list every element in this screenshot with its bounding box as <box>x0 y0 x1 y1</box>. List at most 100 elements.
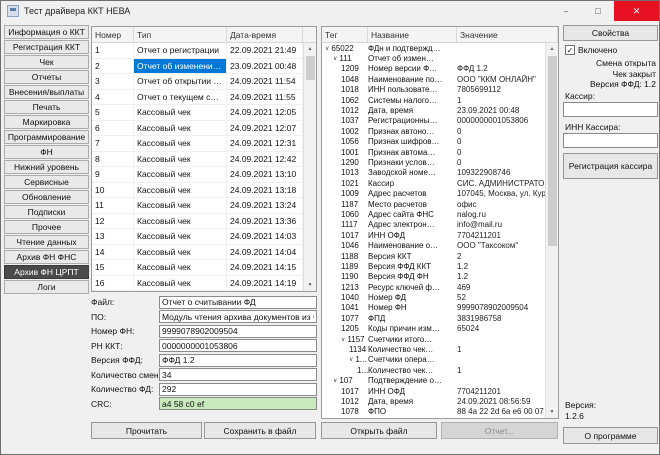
tree-row[interactable]: 1157Счетчики итого… <box>322 334 545 344</box>
sidebar-item-1[interactable]: Информация о ККТ <box>4 25 89 39</box>
about-button[interactable]: О программе <box>563 427 658 444</box>
crc-field[interactable] <box>159 397 317 410</box>
sidebar-item-4[interactable]: Отчеты <box>4 70 89 84</box>
tree-row[interactable]: 1012Дата, время24.09.2021 08:56:59 <box>322 396 545 406</box>
tree-row[interactable]: 1048Наименование по…ООО "ККМ ОНЛАЙН" <box>322 74 545 84</box>
fn-number-field[interactable] <box>159 325 317 338</box>
doc-row[interactable]: 9Кассовый чек24.09.2021 13:10 <box>92 167 303 183</box>
scroll-up-icon[interactable] <box>304 43 317 55</box>
scroll-thumb[interactable] <box>548 56 557 246</box>
cashier-input[interactable] <box>563 102 658 117</box>
doc-column-header-1[interactable]: Номер <box>92 27 134 42</box>
tree-row[interactable]: 1041Номер ФН9999078902009504 <box>322 303 545 313</box>
doc-row[interactable]: 14Кассовый чек24.09.2021 14:04 <box>92 245 303 261</box>
collapse-icon[interactable] <box>341 336 345 343</box>
tree-row[interactable]: 1205Коды причин изм…65024 <box>322 324 545 334</box>
sidebar-item-11[interactable]: Сервисные <box>4 175 89 189</box>
tree-scrollbar[interactable] <box>545 43 558 418</box>
tree-row[interactable]: 1017ИНН ОФД7704211201 <box>322 386 545 396</box>
doc-row[interactable]: 2Отчет об изменени…23.09.2021 00:48 <box>92 59 303 75</box>
open-file-button[interactable]: Открыть файл <box>321 422 437 439</box>
doc-row[interactable]: 11Кассовый чек24.09.2021 13:24 <box>92 198 303 214</box>
tree-row[interactable]: 1018ИНН пользовате…7805699112 <box>322 85 545 95</box>
doc-row[interactable]: 3Отчет об открытии …24.09.2021 11:54 <box>92 74 303 90</box>
scroll-up-icon[interactable] <box>546 43 559 55</box>
sidebar-item-5[interactable]: Внесения/выплаты <box>4 85 89 99</box>
read-button[interactable]: Прочитать <box>91 422 202 439</box>
sidebar-item-9[interactable]: ФН <box>4 145 89 159</box>
doc-row[interactable]: 16Кассовый чек24.09.2021 14:19 <box>92 276 303 292</box>
tree-row[interactable]: 1190Версия ФФД ФН1.2 <box>322 272 545 282</box>
documents-scrollbar[interactable] <box>303 43 316 291</box>
sidebar-item-17[interactable]: Архив ФН ЦРПТ <box>4 265 89 279</box>
doc-row[interactable]: 1Отчет о регистрации22.09.2021 21:49 <box>92 43 303 59</box>
sidebar-item-2[interactable]: Регистрация ККТ <box>4 40 89 54</box>
tree-row[interactable]: 1134Количество чек…1 <box>322 344 545 354</box>
tree-row[interactable]: 1046Наименование о…ООО "Таксоком" <box>322 240 545 250</box>
cashier-inn-input[interactable] <box>563 133 658 148</box>
doc-row[interactable]: 7Кассовый чек24.09.2021 12:31 <box>92 136 303 152</box>
fd-count-field[interactable] <box>159 383 317 396</box>
sidebar-item-14[interactable]: Прочее <box>4 220 89 234</box>
scroll-down-icon[interactable] <box>546 406 559 418</box>
tree-row[interactable]: 1021КассирСИС. АДМИНИСТРАТОР <box>322 178 545 188</box>
enabled-checkbox[interactable]: Включено <box>565 45 617 55</box>
tree-row[interactable]: 1209Номер версии Ф…ФФД 1.2 <box>322 64 545 74</box>
tree-row[interactable]: 65022ФДн и подтвержд… <box>322 43 545 53</box>
tree-row[interactable]: 1002Признак автоно…0 <box>322 126 545 136</box>
doc-row[interactable]: 13Кассовый чек24.09.2021 14:03 <box>92 229 303 245</box>
file-field[interactable] <box>159 296 317 309</box>
tree-row[interactable]: 107Подтверждение о… <box>322 376 545 386</box>
tree-row[interactable]: 1012Дата, время23.09.2021 00:48 <box>322 105 545 115</box>
tree-row[interactable]: 1134Количество чек…1 <box>322 365 545 375</box>
tree-row[interactable]: 1013Заводской номе…109322908746 <box>322 168 545 178</box>
tree-row[interactable]: 1290Признаки услов…0 <box>322 157 545 167</box>
doc-row[interactable]: 12Кассовый чек24.09.2021 13:36 <box>92 214 303 230</box>
tree-row[interactable]: 1077ФПД3831986758 <box>322 313 545 323</box>
sidebar-item-12[interactable]: Обновление <box>4 190 89 204</box>
tree-row[interactable]: 1040Номер ФД52 <box>322 292 545 302</box>
tree-column-header-3[interactable]: Значение <box>457 27 558 42</box>
doc-row[interactable]: 8Кассовый чек24.09.2021 12:42 <box>92 152 303 168</box>
tree-row[interactable]: 1213Ресурс ключей ф…469 <box>322 282 545 292</box>
sidebar-item-13[interactable]: Подписки <box>4 205 89 219</box>
tree-row[interactable]: 1017ИНН ОФД7704211201 <box>322 230 545 240</box>
ffd-version-field[interactable] <box>159 354 317 367</box>
tree-row[interactable]: 1060Адрес сайта ФНСnalog.ru <box>322 209 545 219</box>
tree-row[interactable]: 1001Признак автома…0 <box>322 147 545 157</box>
rn-kkt-field[interactable] <box>159 339 317 352</box>
doc-column-header-2[interactable]: Тип <box>134 27 227 42</box>
doc-row[interactable]: 10Кассовый чек24.09.2021 13:18 <box>92 183 303 199</box>
tree-row[interactable]: 1133Счетчики опера… <box>322 355 545 365</box>
collapse-icon[interactable] <box>333 377 337 384</box>
shift-count-field[interactable] <box>159 368 317 381</box>
sidebar-item-10[interactable]: Нижний уровень <box>4 160 89 174</box>
tree-column-header-2[interactable]: Название <box>368 27 457 42</box>
tree-row[interactable]: 1078ФПО88 4a 22 2d 6a e6 00 07 6b… <box>322 407 545 417</box>
software-field[interactable] <box>159 310 317 323</box>
scroll-down-icon[interactable] <box>304 279 317 291</box>
collapse-icon[interactable] <box>333 55 337 62</box>
scroll-thumb[interactable] <box>306 56 315 80</box>
register-cashier-button[interactable]: Регистрация кассира <box>563 153 658 179</box>
sidebar-item-7[interactable]: Маркировка <box>4 115 89 129</box>
tree-row[interactable]: 1189Версия ФФД ККТ1.2 <box>322 261 545 271</box>
doc-column-header-3[interactable]: Дата-время <box>227 27 303 42</box>
collapse-icon[interactable] <box>349 356 353 363</box>
save-file-button[interactable]: Сохранить в файл <box>204 422 316 439</box>
tree-row[interactable]: 1188Версия ККТ2 <box>322 251 545 261</box>
collapse-icon[interactable] <box>325 45 329 52</box>
tree-row[interactable]: 1037Регистрационны…0000000001053806 <box>322 116 545 126</box>
properties-button[interactable]: Свойства <box>563 25 658 41</box>
sidebar-item-18[interactable]: Логи <box>4 280 89 294</box>
sidebar-item-15[interactable]: Чтение данных <box>4 235 89 249</box>
doc-row[interactable]: 5Кассовый чек24.09.2021 12:05 <box>92 105 303 121</box>
sidebar-item-3[interactable]: Чек <box>4 55 89 69</box>
sidebar-item-6[interactable]: Печать <box>4 100 89 114</box>
doc-row[interactable]: 6Кассовый чек24.09.2021 12:07 <box>92 121 303 137</box>
tree-column-header-1[interactable]: Тег <box>322 27 368 42</box>
sidebar-item-8[interactable]: Программирование <box>4 130 89 144</box>
tree-row[interactable]: 1056Признак шифров…0 <box>322 137 545 147</box>
tree-row[interactable]: 1117Адрес электрон…info@mail.ru <box>322 220 545 230</box>
doc-row[interactable]: 15Кассовый чек24.09.2021 14:15 <box>92 260 303 276</box>
